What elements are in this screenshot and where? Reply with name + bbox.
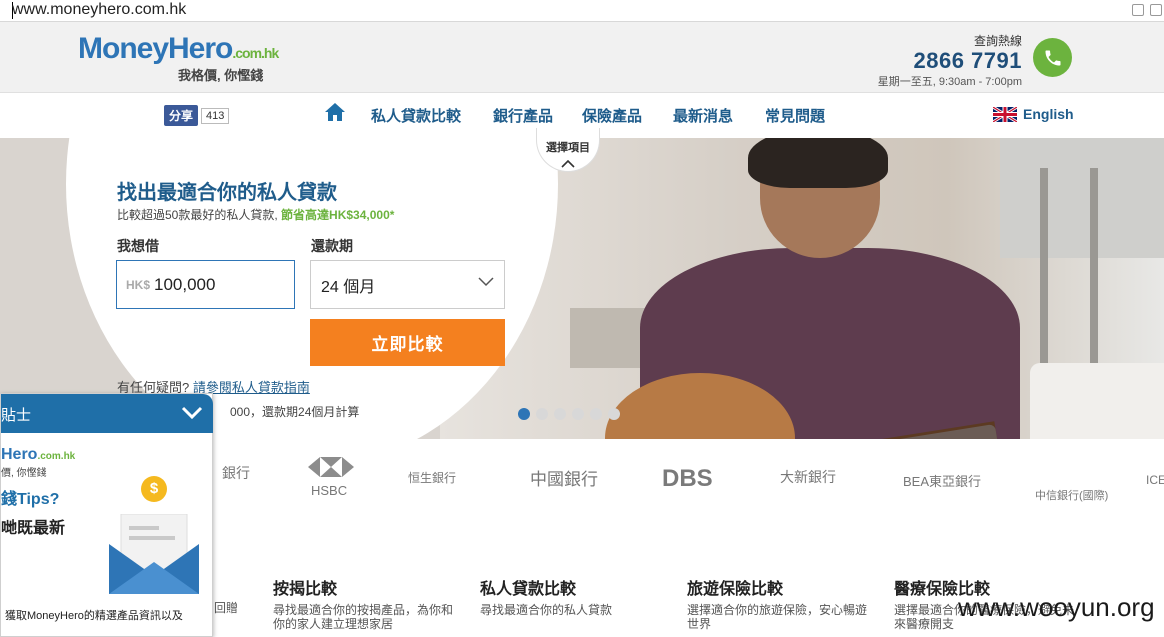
compare-now-button[interactable]: 立即比較 [310, 319, 505, 366]
hotline-number[interactable]: 2866 7791 [878, 49, 1022, 73]
popup-latest-text: 哋既最新 [1, 520, 66, 537]
carousel-dot[interactable] [590, 408, 602, 420]
watermark: www.wooyun.org [958, 592, 1155, 622]
product-mortgage[interactable]: 按揭比較 尋找最適合你的按揭產品，為你和你的家人建立理想家居 [273, 575, 453, 631]
hotline-hours: 星期一至五, 9:30am - 7:00pm [877, 76, 1022, 88]
hotline-label: 查詢熱線 [973, 34, 1022, 48]
share-count: 413 [201, 107, 230, 124]
loan-term-value[interactable]: 24 個月 [321, 273, 375, 297]
popup-slogan: 價, 你慳錢 [1, 468, 47, 479]
chevron-up-icon [561, 159, 575, 168]
sofa [1030, 363, 1164, 439]
popup-header[interactable]: 貼士 [1, 394, 213, 433]
share-button[interactable]: 分享 [164, 105, 199, 126]
amount-label: 我想借 [117, 238, 159, 254]
carousel-dot[interactable] [608, 408, 620, 420]
term-label: 還款期 [311, 238, 353, 254]
bank-logo-dbs[interactable]: DBS [662, 465, 713, 493]
nav-news[interactable]: 最新消息 [673, 105, 733, 126]
nav-faq[interactable]: 常見問題 [765, 105, 825, 126]
hsbc-hexagon-icon [308, 457, 354, 477]
bank-logo-dah-sing[interactable]: 大新銀行 [780, 467, 836, 487]
select-item-label: 選擇項目 [546, 142, 590, 154]
nav-personal-loan[interactable]: 私人貸款比較 [371, 105, 461, 126]
hero-note: 000，還款期24個月計算 [230, 405, 360, 419]
product-personal-loan[interactable]: 私人貸款比較 尋找最適合你的私人貸款 [480, 575, 660, 617]
popup-logo: Hero.com.hk [1, 446, 76, 463]
carousel-dots [518, 408, 620, 420]
share-widget[interactable]: 分享 413 [164, 105, 230, 126]
bank-logo-partial-right[interactable]: ICE [1146, 473, 1164, 487]
product-travel-insurance[interactable]: 旅遊保險比較 選擇適合你的旅遊保險，安心暢遊世界 [687, 575, 867, 631]
nav-insurance-products[interactable]: 保險產品 [582, 105, 642, 126]
tools-icon[interactable] [1150, 4, 1162, 16]
collapse-chevron-icon[interactable] [181, 406, 203, 424]
carousel-dot[interactable] [554, 408, 566, 420]
product-desc: 選擇適合你的旅遊保險，安心暢遊世界 [687, 603, 868, 631]
currency-prefix: HK$ [126, 277, 151, 292]
language-switch[interactable]: English [993, 106, 1074, 122]
bank-logo-hang-seng[interactable]: 恒生銀行 [408, 469, 456, 486]
carousel-dot[interactable] [572, 408, 584, 420]
logo-slogan: 我格價, 你慳錢 [178, 68, 264, 83]
hotline: 查詢熱線 2866 7791 星期一至五, 9:30am - 7:00pm [878, 32, 1022, 89]
site-header: MoneyHero.com.hk 我格價, 你慳錢 查詢熱線 2866 7791… [0, 22, 1164, 93]
newsletter-envelope-icon [109, 514, 199, 594]
popup-footer-text: 獲取MoneyHero的精選產品資訊以及 [5, 610, 183, 622]
moneyhero-logo[interactable]: MoneyHero.com.hk 我格價, 你慳錢 [78, 32, 279, 83]
loan-amount-input[interactable]: HK$ 100,000 [116, 260, 295, 309]
home-icon[interactable] [324, 102, 346, 127]
hero-subtitle: 比較超過50款最好的私人貸款, 節省高達HK$34,000* [117, 208, 395, 222]
uk-flag-icon [993, 106, 1017, 122]
bank-logo-boc[interactable]: 中國銀行 [530, 465, 598, 490]
loan-amount-value[interactable]: 100,000 [154, 275, 215, 295]
language-label[interactable]: English [1023, 106, 1074, 122]
carousel-dot[interactable] [536, 408, 548, 420]
carousel-dot[interactable] [518, 408, 530, 420]
product-desc: 尋找最適合你的按揭產品，為你和你的家人建立理想家居 [273, 603, 454, 631]
tips-popup: 貼士 Hero.com.hk 價, 你慳錢 錢Tips? 哋既最新 $ 獲取Mo… [0, 393, 213, 637]
bank-logo-citic[interactable]: 中信銀行(國際) [1035, 487, 1108, 503]
dollar-coin-icon: $ [141, 476, 167, 502]
loan-term-select[interactable]: 24 個月 [310, 260, 505, 309]
product-title[interactable]: 旅遊保險比較 [687, 575, 867, 599]
url-text[interactable]: www.moneyhero.com.hk [12, 1, 186, 19]
popup-title: 貼士 [1, 407, 32, 424]
nav-bank-products[interactable]: 銀行產品 [493, 105, 553, 126]
bank-logo-hsbc[interactable]: HSBC [311, 483, 347, 498]
product-desc: 尋找最適合你的私人貸款 [480, 603, 613, 617]
bank-logo-bea[interactable]: BEA東亞銀行 [903, 471, 981, 490]
product-title[interactable]: 私人貸款比較 [480, 575, 660, 599]
popup-tips-heading: 錢Tips? [1, 491, 60, 508]
page-icon[interactable] [1132, 4, 1144, 16]
product-title[interactable]: 按揭比較 [273, 575, 453, 599]
bank-logo-partial[interactable]: 銀行 [222, 463, 250, 483]
select-item-tab[interactable]: 選擇項目 [536, 128, 600, 172]
phone-icon[interactable] [1033, 38, 1072, 77]
chevron-down-icon [478, 277, 494, 287]
person-hair [748, 138, 888, 188]
product-partial-text: 回贈 [214, 601, 239, 615]
hero-title: 找出最適合你的私人貸款 [117, 182, 337, 204]
address-bar[interactable]: www.moneyhero.com.hk [0, 0, 1164, 22]
